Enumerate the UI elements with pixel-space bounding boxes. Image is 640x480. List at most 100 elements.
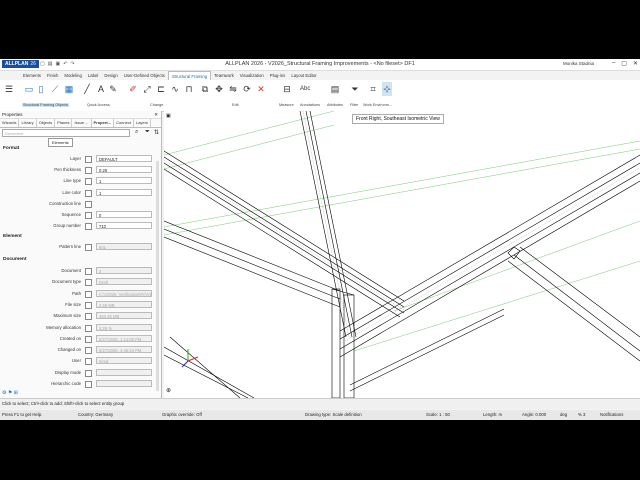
- mirror-icon[interactable]: ⇋: [228, 82, 238, 96]
- viewport-menu-icon[interactable]: ▣: [166, 113, 171, 119]
- user-name[interactable]: Monika Stadnia: [563, 61, 594, 66]
- ribbon-tab-visualization[interactable]: Visualization: [237, 71, 267, 80]
- modify-icon[interactable]: ✐: [128, 82, 138, 96]
- palette-footer-icons[interactable]: ⚙ ⚑ ⊞: [2, 390, 18, 396]
- copy-icon[interactable]: ⧉: [200, 82, 210, 96]
- section-format[interactable]: Format: [3, 146, 19, 151]
- property-checkbox[interactable]: [85, 156, 92, 163]
- move-icon[interactable]: ✥: [214, 82, 224, 96]
- search-icon[interactable]: ⌕: [135, 129, 138, 136]
- property-checkbox[interactable]: [85, 189, 92, 197]
- palette-tab[interactable]: Connect: [114, 119, 134, 127]
- palette-scrollbar[interactable]: [156, 161, 159, 391]
- minimize-icon[interactable]: –: [612, 60, 615, 67]
- work-environment-icon[interactable]: ⌗: [368, 82, 378, 96]
- property-checkbox[interactable]: [85, 290, 92, 298]
- ribbon-tab-teamwork[interactable]: Teamwork: [211, 71, 237, 80]
- close-icon[interactable]: ✕: [633, 60, 638, 67]
- property-value[interactable]: DEFAULT: [96, 155, 152, 162]
- property-checkbox[interactable]: [85, 358, 92, 366]
- palette-tab[interactable]: Objects: [37, 119, 56, 127]
- property-checkbox[interactable]: [85, 369, 92, 377]
- maximize-icon[interactable]: ▢: [621, 60, 627, 67]
- property-value[interactable]: 1: [96, 188, 152, 196]
- property-checkbox[interactable]: [85, 200, 92, 208]
- menu-icon[interactable]: ☰: [4, 82, 14, 96]
- snap-icon[interactable]: ⊹: [382, 82, 392, 96]
- property-row: Maximum size 463.45 MB: [0, 311, 161, 321]
- brace-icon[interactable]: ⟋: [50, 82, 60, 96]
- palette-tab[interactable]: Library: [19, 119, 37, 127]
- property-checkbox[interactable]: [85, 335, 92, 343]
- property-checkbox[interactable]: [85, 223, 92, 231]
- beam-icon[interactable]: ▭: [24, 82, 34, 96]
- property-checkbox[interactable]: [85, 167, 92, 175]
- property-value[interactable]: 0: [96, 211, 152, 218]
- property-value[interactable]: 710: [96, 222, 152, 230]
- ribbon-group-label: Attributes: [327, 103, 344, 107]
- ribbon-tab-user-defined-objects[interactable]: User-Defined Objects: [121, 71, 168, 80]
- property-checkbox[interactable]: [85, 279, 92, 287]
- section-element[interactable]: Element: [3, 234, 22, 239]
- line-icon[interactable]: ╱: [82, 82, 92, 96]
- navigation-cube-icon[interactable]: ⊕: [166, 387, 171, 394]
- notifications-button[interactable]: Notifications: [600, 410, 623, 420]
- palette-tab[interactable]: Layers: [134, 119, 151, 127]
- offset-icon[interactable]: ∿: [170, 82, 180, 96]
- ribbon-tab-design[interactable]: Design: [101, 71, 120, 80]
- ribbon-group-label: Structural Framing Objects: [22, 103, 70, 107]
- ribbon-tab-label[interactable]: Label: [85, 71, 102, 80]
- section-document[interactable]: Document: [3, 257, 26, 262]
- property-value[interactable]: 0.25: [96, 166, 152, 174]
- palette-tab[interactable]: Issue ...: [72, 119, 92, 127]
- column-icon[interactable]: ▯: [36, 82, 46, 96]
- trim-icon[interactable]: ⊓: [184, 82, 194, 96]
- palette-tab[interactable]: Planes: [55, 119, 73, 127]
- measure-icon[interactable]: ⊟: [282, 82, 292, 96]
- rotate-icon[interactable]: ⟳: [242, 82, 252, 96]
- tab-tooltip: Elements: [48, 138, 73, 147]
- ribbon-tab-finish[interactable]: Finish: [44, 71, 61, 80]
- pencil-icon[interactable]: ✎: [108, 82, 118, 96]
- property-checkbox[interactable]: [85, 268, 92, 275]
- property-row: Pen thickness 0.25: [0, 165, 161, 175]
- ribbon-tab-structural-framing[interactable]: Structural Framing: [167, 71, 212, 80]
- length-text[interactable]: Length: m: [483, 410, 502, 420]
- angle-text[interactable]: Angle: 0.000: [522, 410, 546, 420]
- drawing-type-text[interactable]: Drawing type: Scale definition: [305, 410, 362, 420]
- property-checkbox[interactable]: [85, 212, 92, 219]
- plate-icon[interactable]: ▦: [64, 82, 74, 96]
- property-checkbox[interactable]: [85, 313, 92, 321]
- join-icon[interactable]: ⊏: [156, 82, 166, 96]
- attributes-icon[interactable]: ▤: [330, 82, 340, 96]
- property-value[interactable]: 1: [96, 177, 152, 185]
- property-checkbox[interactable]: [85, 244, 92, 251]
- filter-icon[interactable]: ⏷: [350, 82, 360, 96]
- window-controls: – ▢ ✕: [612, 60, 638, 67]
- model-viewport[interactable]: Front Right, Southeast Isometric View ▣ …: [164, 111, 640, 398]
- palette-tab[interactable]: Propert...: [91, 119, 115, 127]
- graphic-override-text[interactable]: Graphic override: Off: [162, 410, 202, 420]
- sort-icon[interactable]: ⇅: [154, 129, 159, 136]
- palette-close-icon[interactable]: ✕: [154, 111, 158, 118]
- filter-icon[interactable]: ⏷: [145, 129, 150, 136]
- palette-tab[interactable]: Wizards: [0, 119, 20, 127]
- selection-dropdown[interactable]: Document: [2, 129, 130, 137]
- property-checkbox[interactable]: [85, 178, 92, 186]
- property-checkbox[interactable]: [85, 347, 92, 355]
- property-row: Sequence 0: [0, 210, 161, 220]
- property-checkbox[interactable]: [85, 324, 92, 332]
- ribbon-tab-modeling[interactable]: Modeling: [61, 71, 84, 80]
- annotation-icon[interactable]: Abc: [300, 82, 310, 96]
- stretch-icon[interactable]: ⤢: [142, 82, 152, 96]
- ribbon-tab-plug-ins[interactable]: Plug-ins: [267, 71, 289, 80]
- property-checkbox[interactable]: [85, 301, 92, 309]
- delete-icon[interactable]: ✕: [256, 82, 266, 96]
- palette-tabs: Wizards Library Objects Planes Issue ... Prop…: [0, 119, 161, 128]
- scale-text[interactable]: Scale: 1 : 50: [426, 410, 450, 420]
- property-checkbox[interactable]: [85, 381, 92, 388]
- property-value: 601: [96, 243, 152, 250]
- ribbon-tab-elements[interactable]: Elements: [20, 71, 44, 80]
- ribbon-tab-layout-editor[interactable]: Layout Editor: [288, 71, 319, 80]
- text-icon[interactable]: A: [96, 82, 106, 96]
